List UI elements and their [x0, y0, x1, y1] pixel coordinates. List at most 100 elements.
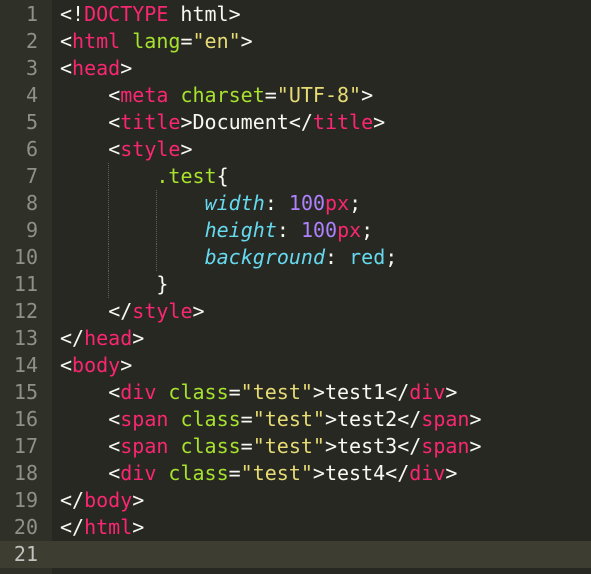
code-token: :	[264, 191, 289, 215]
code-text: </style>	[108, 298, 204, 325]
line-number: 18	[13, 461, 38, 485]
code-token: >test4</	[312, 461, 410, 485]
code-token: height	[204, 218, 277, 242]
code-token: >	[132, 515, 145, 539]
code-text: <head>	[60, 55, 132, 82]
code-text: <meta charset="UTF-8">	[108, 82, 373, 109]
line-number: 15	[13, 380, 38, 404]
code-token: </	[60, 488, 85, 512]
code-text: <title>Document</title>	[108, 109, 385, 136]
code-token: =	[240, 407, 253, 431]
code-token: body	[84, 488, 133, 512]
code-token: head	[72, 56, 121, 80]
code-line[interactable]: 14 <body>	[0, 352, 591, 379]
code-token: class	[168, 461, 229, 485]
code-token: ;	[361, 218, 374, 242]
code-text: height: 100px;	[205, 217, 374, 244]
code-line[interactable]: 5 <title>Document</title>	[0, 109, 591, 136]
line-number: 19	[13, 488, 38, 512]
code-token: .test	[156, 164, 217, 188]
line-number: 11	[13, 272, 38, 296]
code-token: >	[192, 299, 205, 323]
code-text: </html>	[60, 514, 144, 541]
code-line[interactable]: 21	[0, 541, 591, 568]
code-line[interactable]: 6 <style>	[0, 136, 591, 163]
line-number: 17	[13, 434, 38, 458]
code-line[interactable]: 16 <span class="test">test2</span>	[0, 406, 591, 433]
code-line[interactable]: 8 width: 100px;	[0, 190, 591, 217]
code-token: <	[60, 353, 73, 377]
code-token: div	[120, 380, 157, 404]
code-token: meta	[120, 83, 169, 107]
code-line[interactable]: 12 </style>	[0, 298, 591, 325]
code-token: ;	[349, 191, 362, 215]
code-line[interactable]: 18 <div class="test">test4</div>	[0, 460, 591, 487]
line-number: 4	[25, 83, 38, 107]
line-number: 7	[25, 164, 38, 188]
code-token: body	[72, 353, 121, 377]
code-text: <div class="test">test1</div>	[108, 379, 457, 406]
line-number: 1	[25, 2, 38, 26]
code-token: >	[469, 407, 482, 431]
code-token: :	[325, 245, 350, 269]
code-line[interactable]: 11}	[0, 271, 591, 298]
code-line[interactable]: 7 .test{	[0, 163, 591, 190]
code-line[interactable]: 19 </body>	[0, 487, 591, 514]
code-token: >	[361, 83, 374, 107]
code-line[interactable]: 17 <span class="test">test3</span>	[0, 433, 591, 460]
code-token: =	[240, 434, 253, 458]
code-token: >	[469, 434, 482, 458]
line-number: 8	[25, 191, 38, 215]
code-token: >	[120, 56, 133, 80]
code-line[interactable]: 13 </head>	[0, 325, 591, 352]
code-token: span	[120, 434, 169, 458]
code-line[interactable]: 15 <div class="test">test1</div>	[0, 379, 591, 406]
code-token: DOCTYPE	[84, 2, 169, 26]
indent-guide	[108, 271, 110, 298]
code-token: "en"	[192, 29, 241, 53]
code-token: </	[60, 515, 85, 539]
code-token: <	[60, 29, 73, 53]
code-token: style	[120, 137, 181, 161]
indent-guide	[156, 244, 158, 271]
code-token: =	[264, 83, 277, 107]
code-line[interactable]: 20 </html>	[0, 514, 591, 541]
code-token: div	[409, 461, 446, 485]
code-text: <style>	[108, 136, 192, 163]
code-token: ;	[385, 245, 398, 269]
code-line[interactable]: 9 height: 100px;	[0, 217, 591, 244]
code-token: charset	[180, 83, 265, 107]
code-lines[interactable]: 1 <!DOCTYPE html> 2 <html lang="en"> 3 <head>…	[0, 0, 591, 568]
code-token: lang	[132, 29, 181, 53]
code-token: <	[108, 380, 121, 404]
code-token: 100	[300, 218, 338, 242]
indent-guide	[156, 217, 158, 244]
code-token: px	[325, 191, 350, 215]
code-token: span	[421, 407, 470, 431]
code-token: background	[204, 245, 326, 269]
code-token: <!	[60, 2, 85, 26]
code-token: class	[168, 380, 229, 404]
line-number: 20	[13, 515, 38, 539]
code-line[interactable]: 1 <!DOCTYPE html>	[0, 1, 591, 28]
code-token: "test"	[252, 434, 325, 458]
code-token: <	[108, 407, 121, 431]
indent-guide	[108, 217, 110, 244]
code-token: >test2</	[324, 407, 422, 431]
code-text: </head>	[60, 325, 144, 352]
code-token: html>	[168, 2, 241, 26]
code-text: <html lang="en">	[60, 28, 253, 55]
code-line[interactable]: 2 <html lang="en">	[0, 28, 591, 55]
code-token: >test3</	[324, 434, 422, 458]
code-line[interactable]: 4 <meta charset="UTF-8">	[0, 82, 591, 109]
code-text: <span class="test">test2</span>	[108, 406, 481, 433]
code-token: "test"	[252, 407, 325, 431]
code-line[interactable]: 3 <head>	[0, 55, 591, 82]
code-editor[interactable]: 1 <!DOCTYPE html> 2 <html lang="en"> 3 <head>…	[0, 0, 591, 574]
code-token: =	[228, 380, 241, 404]
code-line[interactable]: 10 background: red;	[0, 244, 591, 271]
indent-guide	[108, 244, 110, 271]
